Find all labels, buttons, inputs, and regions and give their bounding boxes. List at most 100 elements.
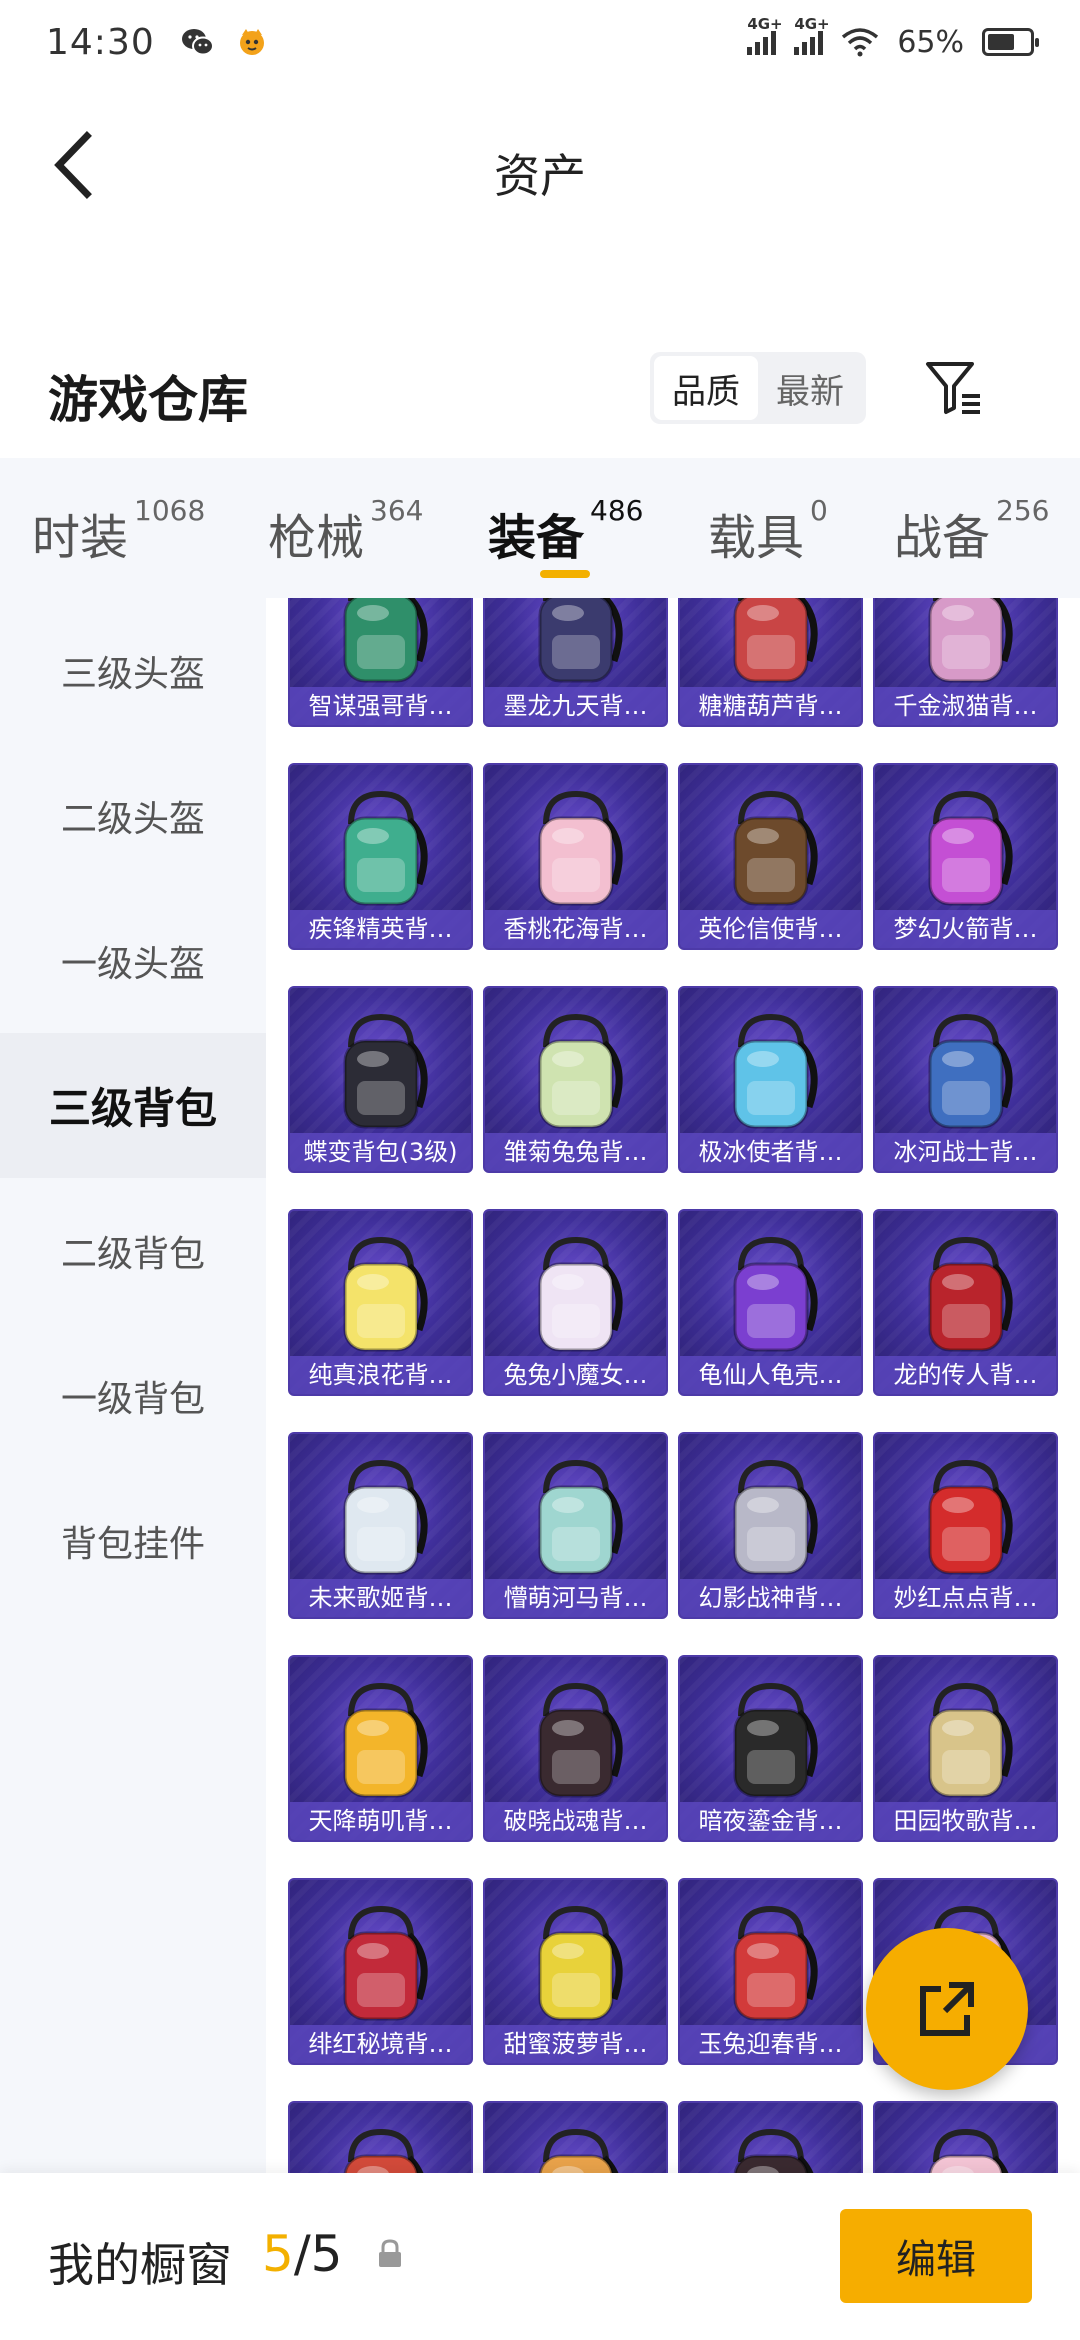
item-card[interactable]: 梦幻火箭背… (873, 763, 1058, 950)
backpack-icon (680, 1667, 861, 1815)
item-name: 玉兔迎春背… (680, 2025, 861, 2063)
item-card[interactable]: 暖熊萌萌背… (483, 2101, 668, 2173)
share-fab-button[interactable] (866, 1928, 1028, 2090)
tab-label: 装备 (488, 510, 585, 566)
tab-label: 枪械 (268, 510, 365, 566)
status-bar: 14:30 4G+ 4G+ 65% (0, 0, 1080, 84)
status-time: 14:30 (46, 21, 155, 63)
filter-icon (926, 362, 980, 414)
item-name: 智谋强哥背… (290, 687, 471, 725)
sort-toggle: 品质 最新 (650, 352, 866, 424)
item-card[interactable]: 破晓战魂背… (483, 1655, 668, 1842)
sort-newest-option[interactable]: 最新 (758, 356, 862, 420)
item-name: 雏菊兔兔背… (485, 1133, 666, 1171)
item-name: 龟仙人龟壳… (680, 1356, 861, 1394)
item-card[interactable]: 萌熊伴侣背… (873, 2101, 1058, 2173)
backpack-icon (290, 598, 471, 700)
showcase-total: 5 (310, 2225, 343, 2283)
item-card[interactable]: 绯红秘境背… (288, 1878, 473, 2065)
item-card[interactable]: 妙红点点背… (873, 1432, 1058, 1619)
item-card[interactable]: 千金淑猫背… (873, 598, 1058, 727)
lock-icon (379, 2239, 401, 2267)
item-card[interactable]: 田园牧歌背… (873, 1655, 1058, 1842)
backpack-icon (875, 1444, 1056, 1592)
showcase-count: 5/5 (262, 2225, 342, 2283)
showcase-label: 我的橱窗 (48, 2238, 232, 2292)
item-card[interactable]: 墨龙九天背… (483, 598, 668, 727)
item-name: 英伦信使背… (680, 910, 861, 948)
tab-vehicles[interactable]: 载具 0 (708, 494, 828, 568)
item-card[interactable]: 甜蜜菠萝背… (483, 1878, 668, 2065)
status-right: 4G+ 4G+ 65% (747, 15, 1039, 60)
tab-fashion[interactable]: 时装 1068 (32, 494, 205, 568)
sidebar-item-backpack-2[interactable]: 二级背包 (0, 1178, 266, 1323)
backpack-icon (680, 1221, 861, 1369)
item-name: 甜蜜菠萝背… (485, 2025, 666, 2063)
item-card[interactable]: 暗夜鎏金背… (678, 1655, 863, 1842)
item-card[interactable]: 雏菊兔兔背… (483, 986, 668, 1173)
item-name: 绯红秘境背… (290, 2025, 471, 2063)
item-card[interactable]: 龙的传人背… (873, 1209, 1058, 1396)
item-card[interactable]: 纯真浪花背… (288, 1209, 473, 1396)
item-card[interactable]: 糖糖葫芦背… (678, 598, 863, 727)
item-card[interactable]: 天降萌叽背… (288, 1655, 473, 1842)
signal-icon: 4G+ (794, 15, 830, 55)
item-card[interactable]: 香桃花海背… (483, 763, 668, 950)
item-name: 破晓战魂背… (485, 1802, 666, 1840)
item-name: 冰河战士背… (875, 1133, 1056, 1171)
item-name: 懵萌河马背… (485, 1579, 666, 1617)
item-name: 疾锋精英背… (290, 910, 471, 948)
sidebar-item-backpack-1[interactable]: 一级背包 (0, 1323, 266, 1468)
item-card[interactable]: 懵萌河马背… (483, 1432, 668, 1619)
item-name: 幻影战神背… (680, 1579, 861, 1617)
status-app-icons (181, 27, 267, 57)
item-name: 天降萌叽背… (290, 1802, 471, 1840)
item-name: 兔兔小魔女… (485, 1356, 666, 1394)
share-icon (920, 1982, 974, 2036)
filter-button[interactable] (922, 356, 986, 420)
backpack-icon (680, 1890, 861, 2038)
backpack-icon (680, 775, 861, 923)
item-card[interactable]: 玉兔迎春背… (678, 1878, 863, 2065)
backpack-icon (485, 598, 666, 700)
edit-button[interactable]: 编辑 (840, 2209, 1032, 2303)
backpack-icon (875, 998, 1056, 1146)
item-name: 墨龙九天背… (485, 687, 666, 725)
item-card[interactable]: 月影鸳鸯背… (288, 2101, 473, 2173)
tab-supplies[interactable]: 战备 256 (894, 494, 1049, 568)
item-card[interactable]: 甜心亚梦背… (678, 2101, 863, 2173)
showcase-separator: / (293, 2225, 311, 2283)
sidebar-item-backpack-pendant[interactable]: 背包挂件 (0, 1468, 266, 1613)
item-card[interactable]: 疾锋精英背… (288, 763, 473, 950)
tab-guns[interactable]: 枪械 364 (268, 494, 423, 568)
sidebar-item-backpack-3[interactable]: 三级背包 (0, 1033, 266, 1178)
sidebar-item-helmet-1[interactable]: 一级头盔 (0, 888, 266, 1033)
sidebar-item-helmet-3[interactable]: 三级头盔 (0, 598, 266, 743)
backpack-icon (290, 1890, 471, 2038)
item-card[interactable]: 未来歌姬背… (288, 1432, 473, 1619)
item-card[interactable]: 蝶变背包(3级) (288, 986, 473, 1173)
item-card[interactable]: 英伦信使背… (678, 763, 863, 950)
sort-quality-option[interactable]: 品质 (654, 356, 758, 420)
backpack-icon (875, 1221, 1056, 1369)
item-card[interactable]: 智谋强哥背… (288, 598, 473, 727)
item-card[interactable]: 冰河战士背… (873, 986, 1058, 1173)
item-card[interactable]: 极冰使者背… (678, 986, 863, 1173)
backpack-icon (290, 1444, 471, 1592)
item-card[interactable]: 兔兔小魔女… (483, 1209, 668, 1396)
item-name: 极冰使者背… (680, 1133, 861, 1171)
battery-percent: 65% (897, 24, 964, 60)
backpack-icon (290, 998, 471, 1146)
sidebar-item-helmet-2[interactable]: 二级头盔 (0, 743, 266, 888)
item-card[interactable]: 龟仙人龟壳… (678, 1209, 863, 1396)
wifi-icon (842, 28, 879, 57)
tab-count: 486 (590, 494, 644, 527)
item-card[interactable]: 幻影战神背… (678, 1432, 863, 1619)
tab-equipment[interactable]: 装备 486 (488, 494, 643, 568)
tab-label: 时装 (32, 510, 129, 566)
backpack-icon (290, 2113, 471, 2173)
backpack-icon (485, 1667, 666, 1815)
showcase-current: 5 (262, 2225, 294, 2283)
item-name: 未来歌姬背… (290, 1579, 471, 1617)
warehouse-title: 游戏仓库 (48, 371, 248, 429)
